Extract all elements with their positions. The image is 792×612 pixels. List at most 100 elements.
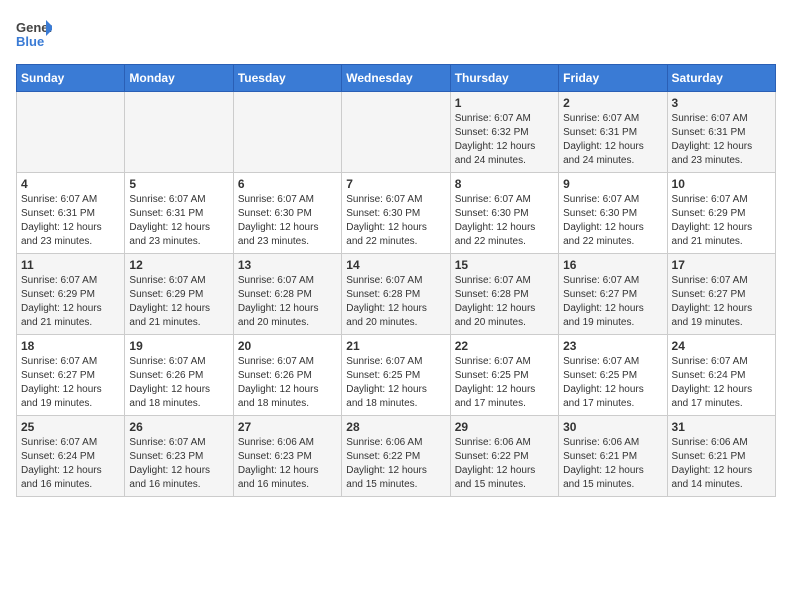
day-number: 4	[21, 177, 120, 191]
day-number: 23	[563, 339, 662, 353]
calendar-cell	[233, 92, 341, 173]
day-number: 17	[672, 258, 771, 272]
day-info: Sunrise: 6:07 AM Sunset: 6:25 PM Dayligh…	[346, 355, 445, 411]
weekday-header-friday: Friday	[559, 65, 667, 92]
calendar-cell	[17, 92, 125, 173]
day-info: Sunrise: 6:07 AM Sunset: 6:27 PM Dayligh…	[21, 355, 120, 411]
day-info: Sunrise: 6:07 AM Sunset: 6:30 PM Dayligh…	[346, 193, 445, 249]
calendar-week-row: 1 Sunrise: 6:07 AM Sunset: 6:32 PM Daylig…	[17, 92, 776, 173]
calendar-week-row: 4 Sunrise: 6:07 AM Sunset: 6:31 PM Daylig…	[17, 173, 776, 254]
day-number: 6	[238, 177, 337, 191]
day-info: Sunrise: 6:06 AM Sunset: 6:22 PM Dayligh…	[455, 436, 554, 492]
calendar-cell: 27Sunrise: 6:06 AM Sunset: 6:23 PM Dayli…	[233, 416, 341, 497]
day-info: Sunrise: 6:07 AM Sunset: 6:30 PM Dayligh…	[238, 193, 337, 249]
calendar-cell: 24 Sunrise: 6:07 AM Sunset: 6:24 PM Dayli…	[667, 335, 775, 416]
day-info: Sunrise: 6:07 AM Sunset: 6:27 PM Dayligh…	[672, 274, 771, 330]
calendar-cell: 8 Sunrise: 6:07 AM Sunset: 6:30 PM Daylig…	[450, 173, 558, 254]
calendar-cell: 11Sunrise: 6:07 AM Sunset: 6:29 PM Dayli…	[17, 254, 125, 335]
calendar-cell: 4 Sunrise: 6:07 AM Sunset: 6:31 PM Daylig…	[17, 173, 125, 254]
day-info: Sunrise: 6:07 AM Sunset: 6:25 PM Dayligh…	[563, 355, 662, 411]
calendar-cell: 5 Sunrise: 6:07 AM Sunset: 6:31 PM Daylig…	[125, 173, 233, 254]
calendar-cell: 10Sunrise: 6:07 AM Sunset: 6:29 PM Dayli…	[667, 173, 775, 254]
svg-text:Blue: Blue	[16, 34, 44, 49]
calendar-cell	[125, 92, 233, 173]
calendar-cell: 14 Sunrise: 6:07 AM Sunset: 6:28 PM Dayli…	[342, 254, 450, 335]
calendar-cell: 17 Sunrise: 6:07 AM Sunset: 6:27 PM Dayli…	[667, 254, 775, 335]
day-info: Sunrise: 6:06 AM Sunset: 6:23 PM Dayligh…	[238, 436, 337, 492]
day-info: Sunrise: 6:07 AM Sunset: 6:29 PM Dayligh…	[672, 193, 771, 249]
calendar-cell: 21 Sunrise: 6:07 AM Sunset: 6:25 PM Dayli…	[342, 335, 450, 416]
day-info: Sunrise: 6:07 AM Sunset: 6:25 PM Dayligh…	[455, 355, 554, 411]
weekday-header-saturday: Saturday	[667, 65, 775, 92]
weekday-header-thursday: Thursday	[450, 65, 558, 92]
calendar-cell: 6 Sunrise: 6:07 AM Sunset: 6:30 PM Daylig…	[233, 173, 341, 254]
day-info: Sunrise: 6:07 AM Sunset: 6:24 PM Dayligh…	[21, 436, 120, 492]
day-number: 31	[672, 420, 771, 434]
day-number: 3	[672, 96, 771, 110]
day-info: Sunrise: 6:07 AM Sunset: 6:28 PM Dayligh…	[346, 274, 445, 330]
calendar-cell	[342, 92, 450, 173]
day-info: Sunrise: 6:07 AM Sunset: 6:24 PM Dayligh…	[672, 355, 771, 411]
calendar-cell: 25 Sunrise: 6:07 AM Sunset: 6:24 PM Dayli…	[17, 416, 125, 497]
day-info: Sunrise: 6:06 AM Sunset: 6:21 PM Dayligh…	[672, 436, 771, 492]
calendar-cell: 9 Sunrise: 6:07 AM Sunset: 6:30 PM Daylig…	[559, 173, 667, 254]
calendar-cell: 19 Sunrise: 6:07 AM Sunset: 6:26 PM Dayli…	[125, 335, 233, 416]
calendar-body: 1 Sunrise: 6:07 AM Sunset: 6:32 PM Daylig…	[17, 92, 776, 497]
weekday-header-row: SundayMondayTuesdayWednesdayThursdayFrid…	[17, 65, 776, 92]
day-number: 7	[346, 177, 445, 191]
calendar-cell: 12 Sunrise: 6:07 AM Sunset: 6:29 PM Dayli…	[125, 254, 233, 335]
day-number: 19	[129, 339, 228, 353]
day-number: 14	[346, 258, 445, 272]
day-number: 18	[21, 339, 120, 353]
day-info: Sunrise: 6:07 AM Sunset: 6:29 PM Dayligh…	[129, 274, 228, 330]
day-number: 12	[129, 258, 228, 272]
calendar-week-row: 25 Sunrise: 6:07 AM Sunset: 6:24 PM Dayli…	[17, 416, 776, 497]
calendar-cell: 2Sunrise: 6:07 AM Sunset: 6:31 PM Daylig…	[559, 92, 667, 173]
calendar-week-row: 11 Sunrise: 6:07 AM Sunset: 6:29 PM Dayli…	[17, 254, 776, 335]
calendar-cell: 23 Sunrise: 6:07 AM Sunset: 6:25 PM Dayli…	[559, 335, 667, 416]
day-info: Sunrise: 6:07 AM Sunset: 6:27 PM Dayligh…	[563, 274, 662, 330]
day-info: Sunrise: 6:07 AM Sunset: 6:31 PM Dayligh…	[129, 193, 228, 249]
day-info: Sunrise: 6:06 AM Sunset: 6:21 PM Dayligh…	[563, 436, 662, 492]
day-number: 5	[129, 177, 228, 191]
day-info: Sunrise: 6:06 AM Sunset: 6:22 PM Dayligh…	[346, 436, 445, 492]
day-number: 15	[455, 258, 554, 272]
page-header: General Blue	[16, 16, 776, 52]
day-number: 20	[238, 339, 337, 353]
day-number: 29	[455, 420, 554, 434]
day-info: Sunrise: 6:07 AM Sunset: 6:31 PM Dayligh…	[672, 112, 771, 168]
day-number: 30	[563, 420, 662, 434]
calendar-cell: 26Sunrise: 6:07 AM Sunset: 6:23 PM Dayli…	[125, 416, 233, 497]
day-number: 25	[21, 420, 120, 434]
calendar-cell: 20Sunrise: 6:07 AM Sunset: 6:26 PM Dayli…	[233, 335, 341, 416]
day-info: Sunrise: 6:07 AM Sunset: 6:30 PM Dayligh…	[455, 193, 554, 249]
day-info: Sunrise: 6:07 AM Sunset: 6:26 PM Dayligh…	[129, 355, 228, 411]
calendar-cell: 18 Sunrise: 6:07 AM Sunset: 6:27 PM Dayli…	[17, 335, 125, 416]
logo-bird-icon: General Blue	[16, 16, 52, 52]
calendar-cell: 28Sunrise: 6:06 AM Sunset: 6:22 PM Dayli…	[342, 416, 450, 497]
day-info: Sunrise: 6:07 AM Sunset: 6:32 PM Dayligh…	[455, 112, 554, 168]
calendar-cell: 30 Sunrise: 6:06 AM Sunset: 6:21 PM Dayli…	[559, 416, 667, 497]
day-number: 1	[455, 96, 554, 110]
logo-container: General Blue	[16, 16, 52, 52]
calendar-cell: 1 Sunrise: 6:07 AM Sunset: 6:32 PM Daylig…	[450, 92, 558, 173]
day-number: 16	[563, 258, 662, 272]
calendar-cell: 22Sunrise: 6:07 AM Sunset: 6:25 PM Dayli…	[450, 335, 558, 416]
day-info: Sunrise: 6:07 AM Sunset: 6:31 PM Dayligh…	[21, 193, 120, 249]
calendar-week-row: 18 Sunrise: 6:07 AM Sunset: 6:27 PM Dayli…	[17, 335, 776, 416]
calendar-cell: 3 Sunrise: 6:07 AM Sunset: 6:31 PM Daylig…	[667, 92, 775, 173]
day-number: 9	[563, 177, 662, 191]
day-number: 2	[563, 96, 662, 110]
calendar-cell: 16 Sunrise: 6:07 AM Sunset: 6:27 PM Dayli…	[559, 254, 667, 335]
day-info: Sunrise: 6:07 AM Sunset: 6:30 PM Dayligh…	[563, 193, 662, 249]
calendar-cell: 15Sunrise: 6:07 AM Sunset: 6:28 PM Dayli…	[450, 254, 558, 335]
calendar-cell: 31 Sunrise: 6:06 AM Sunset: 6:21 PM Dayli…	[667, 416, 775, 497]
day-info: Sunrise: 6:07 AM Sunset: 6:23 PM Dayligh…	[129, 436, 228, 492]
day-number: 24	[672, 339, 771, 353]
day-number: 8	[455, 177, 554, 191]
weekday-header-monday: Monday	[125, 65, 233, 92]
weekday-header-tuesday: Tuesday	[233, 65, 341, 92]
day-number: 21	[346, 339, 445, 353]
day-number: 11	[21, 258, 120, 272]
weekday-header-wednesday: Wednesday	[342, 65, 450, 92]
